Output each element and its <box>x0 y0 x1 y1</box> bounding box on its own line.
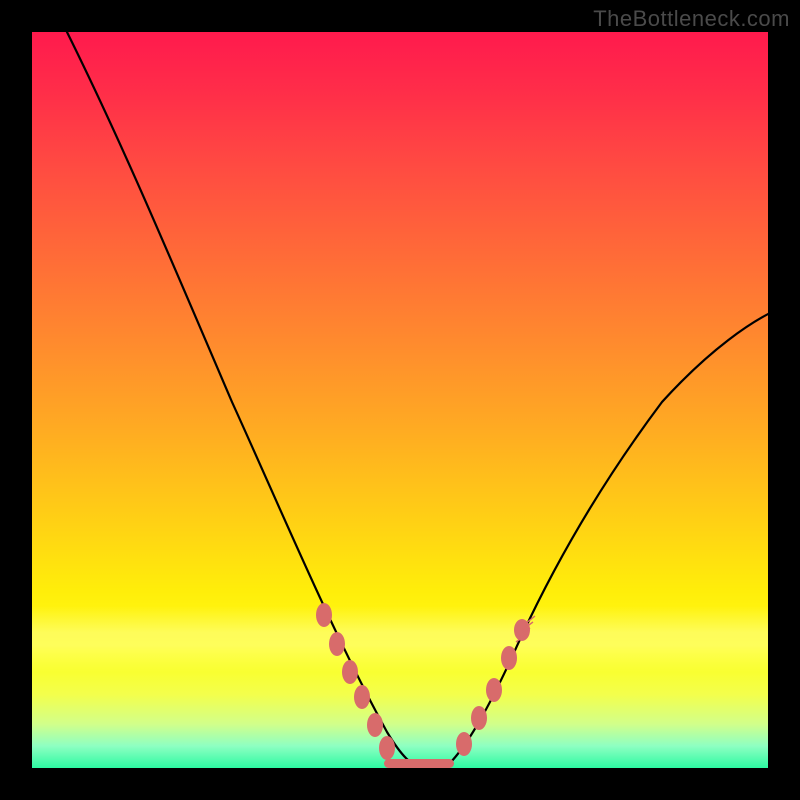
floor-band <box>384 759 454 768</box>
curve-left <box>62 32 422 767</box>
outer-frame: TheBottleneck.com <box>0 0 800 800</box>
watermark-text: TheBottleneck.com <box>593 6 790 32</box>
plot-area <box>32 32 768 768</box>
curve-layer <box>32 32 768 768</box>
markers-left <box>316 603 395 760</box>
